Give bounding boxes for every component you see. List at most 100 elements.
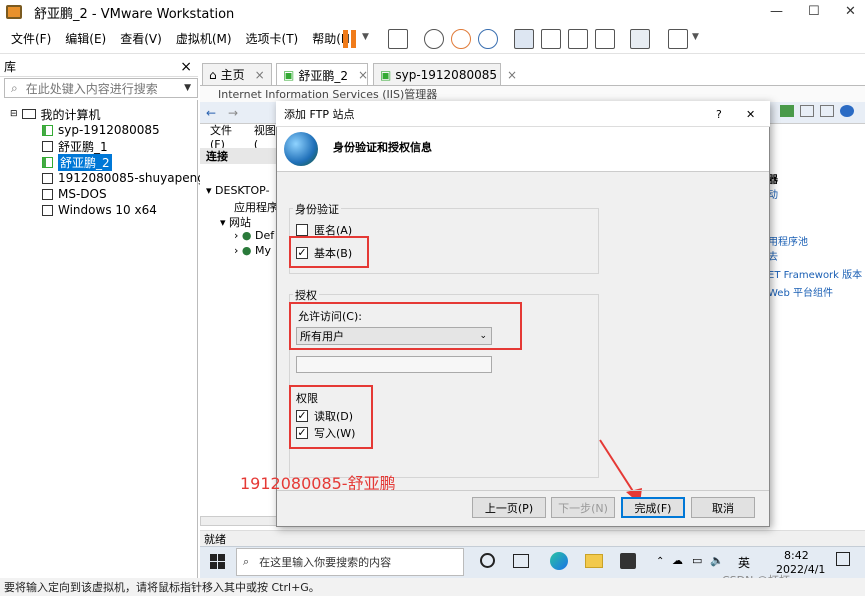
tree-item-syp[interactable]: syp-1912080085	[42, 122, 160, 138]
cortana-icon[interactable]	[480, 553, 495, 568]
unity-icon[interactable]	[595, 29, 615, 49]
cancel-button[interactable]: 取消	[691, 497, 755, 518]
vm-icon	[42, 140, 53, 152]
home-icon: ⌂	[209, 67, 217, 82]
minimize-button[interactable]: —	[770, 4, 783, 19]
task-view-icon[interactable]	[513, 554, 529, 568]
library-search-input[interactable]: ⌕ 在此处键入内容进行搜索 ▼	[4, 78, 198, 98]
highlight-box-basic	[289, 236, 369, 268]
tab-syp[interactable]: ▣ syp-1912080085 ×	[373, 63, 517, 85]
iis-menu-view[interactable]: 视图(	[254, 122, 278, 151]
menu-vm[interactable]: 虚拟机(M)	[169, 30, 239, 47]
library-tree: ⊟ 我的计算机 syp-1912080085 舒亚鹏_1 舒亚鹏_2 19120…	[0, 100, 205, 578]
tab-vm2[interactable]: ▣ 舒亚鹏_2 ×	[276, 63, 368, 86]
dialog-close-button[interactable]: ✕	[746, 108, 755, 121]
pause-icon-bar	[351, 30, 356, 48]
checkbox-box[interactable]	[296, 224, 308, 236]
library-search-placeholder: 在此处键入内容进行搜索	[25, 81, 158, 96]
tree-item-label: 舒亚鹏_1	[58, 139, 108, 154]
vm-running-icon	[42, 124, 53, 136]
vm-icon	[42, 204, 53, 216]
tree-item-msdos[interactable]: MS-DOS	[42, 186, 107, 202]
tree-item-vm1[interactable]: 舒亚鹏_1	[42, 138, 108, 154]
title-bar: 舒亚鹏_2 - VMware Workstation	[0, 0, 865, 24]
iis-tool-icon[interactable]	[800, 105, 814, 117]
tab-close-icon[interactable]: ×	[507, 68, 517, 82]
iis-tree-server[interactable]: ▾ DESKTOP-	[206, 184, 270, 197]
iis-menu-file[interactable]: 文件(F)	[210, 122, 244, 151]
vm-icon	[42, 172, 53, 184]
snapshot-icon[interactable]	[424, 29, 444, 49]
onedrive-icon[interactable]: ☁	[672, 554, 683, 567]
horizontal-scrollbar[interactable]	[200, 516, 280, 526]
users-roles-input[interactable]	[296, 356, 492, 373]
windows-start-icon[interactable]	[210, 554, 225, 569]
revert-snapshot-icon[interactable]	[451, 29, 471, 49]
maximize-button[interactable]: ☐	[808, 4, 820, 19]
send-keys-icon[interactable]	[388, 29, 408, 49]
tab-close-icon[interactable]: ×	[358, 68, 368, 82]
network-icon[interactable]: ▭	[692, 554, 702, 567]
back-icon[interactable]: ←	[206, 106, 216, 120]
fullscreen-icon[interactable]	[568, 29, 588, 49]
menu-file[interactable]: 文件(F)	[4, 30, 58, 47]
search-icon: ⌕	[243, 555, 250, 568]
iis-tool-icon[interactable]	[820, 105, 834, 117]
tree-item-label: 舒亚鹏_2	[58, 153, 112, 171]
iis-tree-label: Def	[255, 229, 275, 242]
stretch-icon[interactable]	[668, 29, 688, 49]
window-title: 舒亚鹏_2 - VMware Workstation	[34, 6, 235, 22]
close-button[interactable]: ✕	[845, 4, 856, 19]
tree-item-vm2[interactable]: 舒亚鹏_2	[42, 153, 112, 171]
finish-button[interactable]: 完成(F)	[621, 497, 685, 518]
iis-tree-default[interactable]: › ● Def	[234, 229, 274, 242]
previous-button[interactable]: 上一页(P)	[472, 497, 546, 518]
edge-icon[interactable]	[550, 552, 568, 570]
menu-view[interactable]: 查看(V)	[113, 30, 169, 47]
thumbnail-view-icon[interactable]	[541, 29, 561, 49]
taskbar-search-input[interactable]: ⌕ 在这里输入你要搜索的内容	[236, 548, 464, 576]
library-view-icon[interactable]	[514, 29, 534, 49]
pause-icon[interactable]	[343, 30, 348, 48]
menu-edit[interactable]: 编辑(E)	[58, 30, 113, 47]
library-close-icon[interactable]: ×	[180, 59, 192, 75]
dialog-help-button[interactable]: ?	[716, 108, 722, 121]
tree-root[interactable]: ⊟ 我的计算机	[10, 106, 101, 122]
file-explorer-icon[interactable]	[585, 554, 603, 568]
tree-item-label: Windows 10 x64	[58, 203, 157, 217]
iis-tree-my[interactable]: › ● My	[234, 244, 271, 257]
globe-icon: ●	[241, 244, 252, 257]
iis-tree-apppools[interactable]: 应用程序	[234, 199, 278, 215]
tree-item-label: MS-DOS	[58, 187, 107, 201]
iis-tool-icon[interactable]	[780, 105, 794, 117]
iis-help-icon[interactable]	[840, 105, 854, 117]
snapshot-manager-icon[interactable]	[478, 29, 498, 49]
tab-close-icon[interactable]: ×	[255, 68, 265, 82]
tray-chevron-icon[interactable]: ⌃	[656, 556, 664, 567]
clock-time[interactable]: 8:42	[784, 549, 809, 562]
next-button[interactable]: 下一步(N)	[551, 497, 615, 518]
tree-item-shuyapeng[interactable]: 1912080085-shuyapeng	[42, 170, 205, 186]
forward-icon[interactable]: →	[228, 106, 238, 120]
chevron-down-icon[interactable]: ▼	[362, 32, 369, 42]
collapse-icon[interactable]: ⊟	[10, 109, 18, 119]
globe-icon	[284, 132, 318, 166]
iis-toolbar	[780, 105, 860, 121]
action-apppools[interactable]: 用程序池	[768, 233, 808, 248]
console-icon[interactable]	[630, 29, 650, 49]
taskbar-search-placeholder: 在这里输入你要搜索的内容	[259, 556, 392, 569]
menu-tabs[interactable]: 选项卡(T)	[239, 30, 306, 47]
search-dropdown-icon[interactable]: ▼	[184, 83, 191, 93]
iis-tree-sites[interactable]: ▾ 网站	[220, 214, 251, 230]
volume-icon[interactable]: 🔈	[710, 554, 724, 567]
store-icon[interactable]	[620, 553, 636, 569]
tree-item-win10[interactable]: Windows 10 x64	[42, 202, 157, 218]
vm-running-icon	[42, 156, 53, 168]
tab-home[interactable]: ⌂ 主页 ×	[202, 63, 272, 85]
action-netframework[interactable]: ET Framework 版本	[768, 266, 862, 281]
iis-window-title: Internet Information Services (IIS)管理器	[200, 86, 865, 102]
notification-icon[interactable]	[836, 552, 850, 566]
action-web-platform[interactable]: Web 平台组件	[768, 284, 833, 299]
stretch-chevron-icon[interactable]: ▼	[692, 32, 699, 42]
input-language[interactable]: 英	[738, 554, 750, 571]
